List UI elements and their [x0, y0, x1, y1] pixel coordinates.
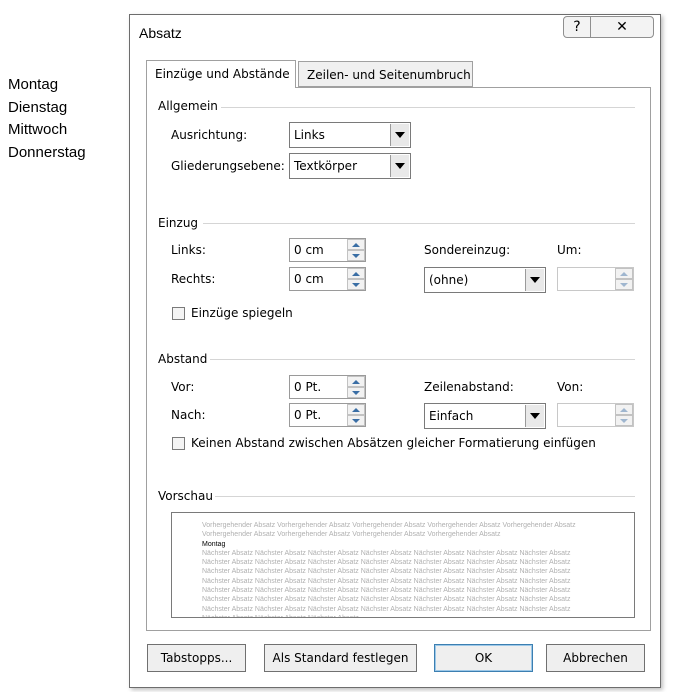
spin-up-icon[interactable]: [347, 376, 365, 387]
close-icon: ✕: [616, 19, 628, 35]
tab-label: Zeilen- und Seitenumbruch: [307, 68, 471, 82]
help-button[interactable]: ?: [563, 16, 591, 38]
links-value: 0 cm: [294, 243, 324, 257]
preview-text: Vorhergehender Absatz Vorhergehender Abs…: [202, 521, 582, 617]
gliederungsebene-select[interactable]: Textkörper: [289, 153, 411, 179]
group-heading-allgemein: Allgemein: [158, 99, 218, 113]
gliederungsebene-value: Textkörper: [294, 159, 357, 173]
nach-spinner[interactable]: 0 Pt.: [289, 403, 366, 427]
sondereinzug-label: Sondereinzug:: [424, 243, 511, 257]
nach-label: Nach:: [171, 408, 206, 422]
group-heading-vorschau: Vorschau: [158, 489, 213, 503]
nach-value: 0 Pt.: [294, 408, 322, 422]
ok-button[interactable]: OK: [434, 644, 533, 672]
keinen-abstand-label: Keinen Abstand zwischen Absätzen gleiche…: [191, 436, 596, 450]
links-spinner[interactable]: 0 cm: [289, 238, 366, 262]
spin-up-icon[interactable]: [347, 239, 365, 250]
spin-down-icon[interactable]: [615, 279, 633, 290]
tabstopps-button[interactable]: Tabstopps...: [147, 644, 246, 672]
dropdown-arrow-icon[interactable]: [525, 405, 544, 427]
vor-value: 0 Pt.: [294, 380, 322, 394]
spin-up-icon[interactable]: [347, 404, 365, 415]
divider: [215, 496, 635, 497]
sondereinzug-select[interactable]: (ohne): [424, 267, 546, 293]
group-heading-abstand: Abstand: [158, 352, 208, 366]
einzuege-spiegeln-label: Einzüge spiegeln: [191, 306, 293, 320]
als-standard-button[interactable]: Als Standard festlegen: [264, 644, 417, 672]
spin-down-icon[interactable]: [347, 387, 365, 398]
abbrechen-button[interactable]: Abbrechen: [546, 644, 645, 672]
sondereinzug-value: (ohne): [429, 273, 469, 287]
zeilenabstand-value: Einfach: [429, 409, 474, 423]
tab-label: Einzüge und Abstände: [155, 67, 290, 81]
spin-down-icon[interactable]: [347, 279, 365, 290]
document-text: Montag Dienstag Mittwoch Donnerstag: [8, 74, 86, 164]
spin-up-icon[interactable]: [347, 268, 365, 279]
rechts-label: Rechts:: [171, 272, 216, 286]
paragraph-dialog: Absatz ? ✕ Einzüge und Abstände Zeilen- …: [129, 14, 661, 688]
dropdown-arrow-icon[interactable]: [525, 269, 544, 291]
zeilenabstand-select[interactable]: Einfach: [424, 403, 546, 429]
tab-panel: Allgemein Ausrichtung: Links Gliederungs…: [146, 87, 651, 631]
tab-einzuege-abstaende[interactable]: Einzüge und Abstände: [146, 60, 296, 88]
group-heading-einzug: Einzug: [158, 216, 199, 230]
divider: [221, 107, 635, 108]
um-label: Um:: [557, 243, 582, 257]
ausrichtung-value: Links: [294, 128, 325, 142]
vor-spinner[interactable]: 0 Pt.: [289, 375, 366, 399]
links-label: Links:: [171, 243, 206, 257]
document-line[interactable]: Dienstag: [8, 97, 86, 120]
divider: [203, 223, 635, 224]
zeilenabstand-label: Zeilenabstand:: [424, 380, 514, 394]
spin-up-icon[interactable]: [615, 268, 633, 279]
von-label: Von:: [557, 380, 584, 394]
preview-next-paragraph: Nächster Absatz Nächster Absatz Nächster…: [202, 549, 571, 617]
ausrichtung-select[interactable]: Links: [289, 122, 411, 148]
paragraph-preview: Vorhergehender Absatz Vorhergehender Abs…: [171, 512, 635, 618]
document-line[interactable]: Montag: [8, 74, 86, 97]
von-spinner[interactable]: [557, 403, 634, 427]
vor-label: Vor:: [171, 380, 195, 394]
spin-down-icon[interactable]: [615, 415, 633, 426]
document-line[interactable]: Mittwoch: [8, 119, 86, 142]
close-button[interactable]: ✕: [590, 16, 654, 38]
document-line[interactable]: Donnerstag: [8, 142, 86, 165]
preview-previous-paragraph: Vorhergehender Absatz Vorhergehender Abs…: [202, 522, 576, 539]
tab-zeilen-seitenumbruch[interactable]: Zeilen- und Seitenumbruch: [298, 61, 473, 87]
um-spinner[interactable]: [557, 267, 634, 291]
rechts-spinner[interactable]: 0 cm: [289, 267, 366, 291]
dropdown-arrow-icon[interactable]: [390, 124, 409, 146]
divider: [210, 359, 635, 360]
help-icon: ?: [573, 19, 581, 35]
preview-current-paragraph: Montag: [202, 540, 226, 548]
rechts-value: 0 cm: [294, 272, 324, 286]
dropdown-arrow-icon[interactable]: [390, 155, 409, 177]
dialog-title: Absatz: [139, 25, 182, 41]
spin-down-icon[interactable]: [347, 250, 365, 261]
gliederungsebene-label: Gliederungsebene:: [171, 159, 285, 173]
einzuege-spiegeln-checkbox[interactable]: [172, 307, 185, 320]
spin-down-icon[interactable]: [347, 415, 365, 426]
spin-up-icon[interactable]: [615, 404, 633, 415]
ausrichtung-label: Ausrichtung:: [171, 128, 248, 142]
keinen-abstand-checkbox[interactable]: [172, 437, 185, 450]
